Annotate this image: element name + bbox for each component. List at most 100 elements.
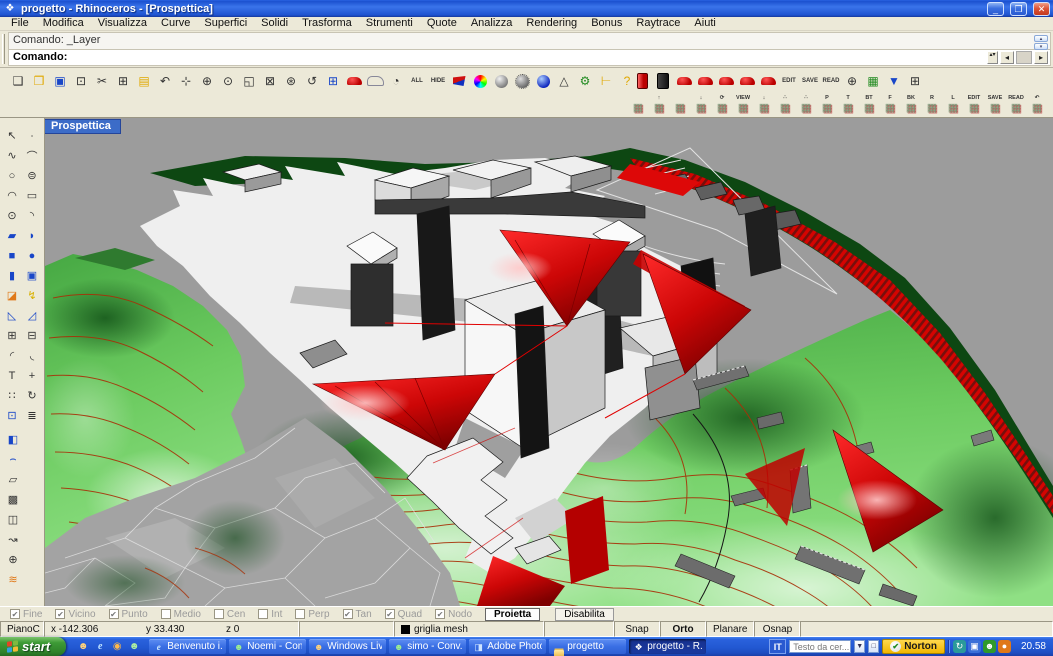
dimension-tool-icon[interactable]: ⊢ [596,71,616,91]
render-textured-sphere-icon[interactable] [512,71,532,91]
taskbar-task[interactable]: ◨ Adobe Photo... [469,639,546,654]
mesh-perspective-icon[interactable]: P ▦ [817,95,837,116]
menu-item[interactable]: Bonus [584,17,629,30]
mesh-right-icon[interactable]: R ▦ [922,95,942,116]
toolbar-grip[interactable] [2,34,5,64]
checkbox-icon[interactable]: ✔ [343,609,353,619]
car-side-icon[interactable] [695,71,715,91]
car-top-icon[interactable] [674,71,694,91]
paste-icon[interactable]: ▤ [134,71,154,91]
command-spinner[interactable]: ▴▾ [987,51,998,64]
proietta-button[interactable]: Proietta [485,608,540,621]
search-option-button[interactable]: □ [868,640,879,653]
menu-item[interactable]: Strumenti [359,17,420,30]
mesh-bottom-icon[interactable]: BT ▦ [859,95,879,116]
options-gear-icon[interactable]: ⚙ [575,71,595,91]
zoom-selected-icon[interactable]: ⊠ [260,71,280,91]
checkbox-icon[interactable] [161,609,171,619]
solid-box-icon[interactable]: ■ [2,246,22,265]
command-prompt-input[interactable]: Comando: [8,49,1051,66]
show-all-icon[interactable]: ALL [407,71,427,91]
menu-item[interactable]: File [4,17,36,30]
viewport-grid-icon[interactable]: ⊞ [905,71,925,91]
command-scrollbar[interactable] [1016,51,1032,64]
mesh-view-icon[interactable]: VIEW ▦ [733,95,753,116]
curve-interpolate-icon[interactable]: ∿ [2,146,22,165]
menu-item[interactable]: Visualizza [91,17,154,30]
osnap-toggle[interactable]: Perp [295,609,329,620]
solid-sphere-icon[interactable]: ● [22,246,42,265]
new-file-icon[interactable]: ❑ [8,71,28,91]
perspective-viewport[interactable]: Prospettica [45,118,1053,606]
osnap-toggle[interactable]: ✔ Fine [10,609,42,620]
mirror-icon[interactable]: ◫ [3,510,23,529]
surface-loft-icon[interactable]: ◧ [3,430,23,449]
trim-icon[interactable]: ◺ [2,306,22,325]
mesh-back-icon[interactable]: BK ▦ [901,95,921,116]
taskbar-task[interactable]: progetto [549,639,626,654]
update-icon[interactable]: ↻ [953,640,966,653]
cylinder-icon[interactable]: ▮ [2,266,22,285]
osnap-toggle[interactable]: Medio [161,609,201,620]
cplane-field[interactable]: PianoC [0,621,44,637]
surface-plane-icon[interactable]: ▰ [2,226,22,245]
group-icon[interactable]: ⊟ [22,326,42,345]
menu-item[interactable]: Solidi [254,17,295,30]
contacts-icon[interactable]: ☻ [76,640,90,654]
render-wire-car-icon[interactable] [365,71,385,91]
fillet-surface-icon[interactable]: ◪ [2,286,22,305]
select-arrow-icon[interactable]: ↖ [2,126,22,145]
car-front-icon[interactable] [716,71,736,91]
taskbar-task[interactable]: ☻ Windows Liv... [309,639,386,654]
mesh-drop-icon[interactable]: ↓ ▦ [691,95,711,116]
messenger-status-icon[interactable]: ☻ [983,640,996,653]
menu-item[interactable]: Rendering [519,17,584,30]
cut-icon[interactable]: ✂ [92,71,112,91]
split-icon[interactable]: ◿ [22,306,42,325]
close-button[interactable]: ✕ [1033,2,1050,16]
taskbar-task[interactable]: ☻ Noemi - Con... [229,639,306,654]
language-indicator[interactable]: IT [769,639,786,654]
dark-material-icon[interactable] [653,71,673,91]
menu-item[interactable]: Trasforma [295,17,359,30]
render-car-icon[interactable] [344,71,364,91]
status-toggle[interactable]: Orto [660,621,706,637]
checkbox-icon[interactable]: ✔ [10,609,20,619]
hatch-icon[interactable]: ≣ [22,406,42,425]
join-icon[interactable]: ⊞ [2,326,22,345]
rotate-view-icon[interactable]: ⊕ [197,71,217,91]
mesh-edit-icon[interactable]: EDIT ▦ [964,95,984,116]
status-toggle[interactable]: Planare [706,621,754,637]
search-dropdown-button[interactable]: ▼ [854,640,865,653]
minimize-button[interactable]: _ [987,2,1004,16]
fillet-curve-icon[interactable]: ◜ [2,346,22,365]
ie-icon[interactable]: e [93,640,107,654]
mesh-plain2-icon[interactable]: ▦ [670,95,690,116]
osnap-toggle[interactable]: Cen [214,609,245,620]
open-file-icon[interactable]: ❒ [29,71,49,91]
osnap-toggle[interactable]: ✔ Punto [109,609,148,620]
pan-icon[interactable]: ⊹ [176,71,196,91]
cplane-target-icon[interactable]: ⊕ [3,550,23,569]
undo-view-icon[interactable]: ↺ [302,71,322,91]
copy-icon[interactable]: ⊞ [113,71,133,91]
car-turn-icon[interactable] [758,71,778,91]
grid-plane-icon[interactable]: ▦ [863,71,883,91]
taskbar-task[interactable]: e Benvenuto i... [149,639,226,654]
cplane-pin-icon[interactable]: ▼ [884,71,904,91]
menu-item[interactable]: Raytrace [629,17,687,30]
mesh-rotate-icon[interactable]: ⟳ ▦ [712,95,732,116]
angle-clock-icon[interactable]: ◔ [386,71,406,91]
curve-control-icon[interactable]: ⌒ [22,146,42,165]
osnap-toggle[interactable]: ✔ Tan [343,609,372,620]
render-save-icon[interactable]: SAVE [800,71,820,91]
move-icon[interactable]: + [22,366,42,385]
circle-tangent-icon[interactable]: ⊙ [2,206,22,225]
layer-field[interactable]: griglia mesh [394,621,544,637]
explode-icon[interactable]: ↯ [22,286,42,305]
taskbar-task[interactable]: ❖ progetto - R... [629,639,706,654]
command-split-down-button[interactable]: ▾ [1034,43,1048,50]
zoom-extents-icon[interactable]: ⊛ [281,71,301,91]
osnap-toggle[interactable]: Int [258,609,282,620]
start-button[interactable]: start [0,637,66,656]
